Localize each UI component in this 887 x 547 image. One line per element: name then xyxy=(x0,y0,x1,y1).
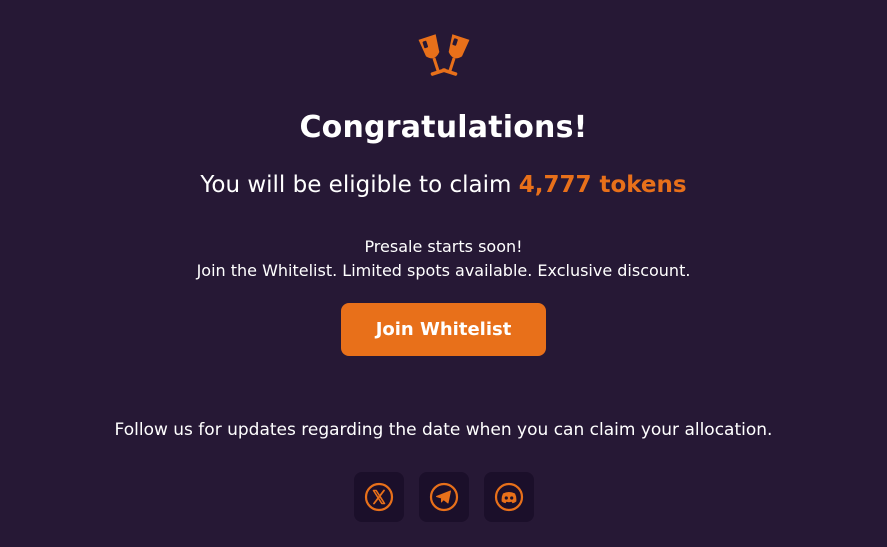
telegram-icon xyxy=(429,482,459,512)
x-button[interactable] xyxy=(354,472,404,522)
follow-text: Follow us for updates regarding the date… xyxy=(114,420,773,440)
presale-heading: Presale starts soon! xyxy=(364,237,523,256)
presale-description: Join the Whitelist. Limited spots availa… xyxy=(196,261,691,280)
x-icon xyxy=(364,482,394,512)
page-title: Congratulations! xyxy=(299,110,588,145)
champagne-toast-icon xyxy=(418,34,470,76)
social-links xyxy=(354,472,534,522)
claim-amount: 4,777 tokens xyxy=(518,172,687,198)
discord-icon xyxy=(494,482,524,512)
claim-line: You will be eligible to claim 4,777 toke… xyxy=(0,168,887,202)
telegram-button[interactable] xyxy=(419,472,469,522)
join-whitelist-button[interactable]: Join Whitelist xyxy=(341,303,546,356)
claim-prefix: You will be eligible to claim xyxy=(200,172,512,198)
discord-button[interactable] xyxy=(484,472,534,522)
presale-info: Presale starts soon! Join the Whitelist.… xyxy=(0,235,887,283)
